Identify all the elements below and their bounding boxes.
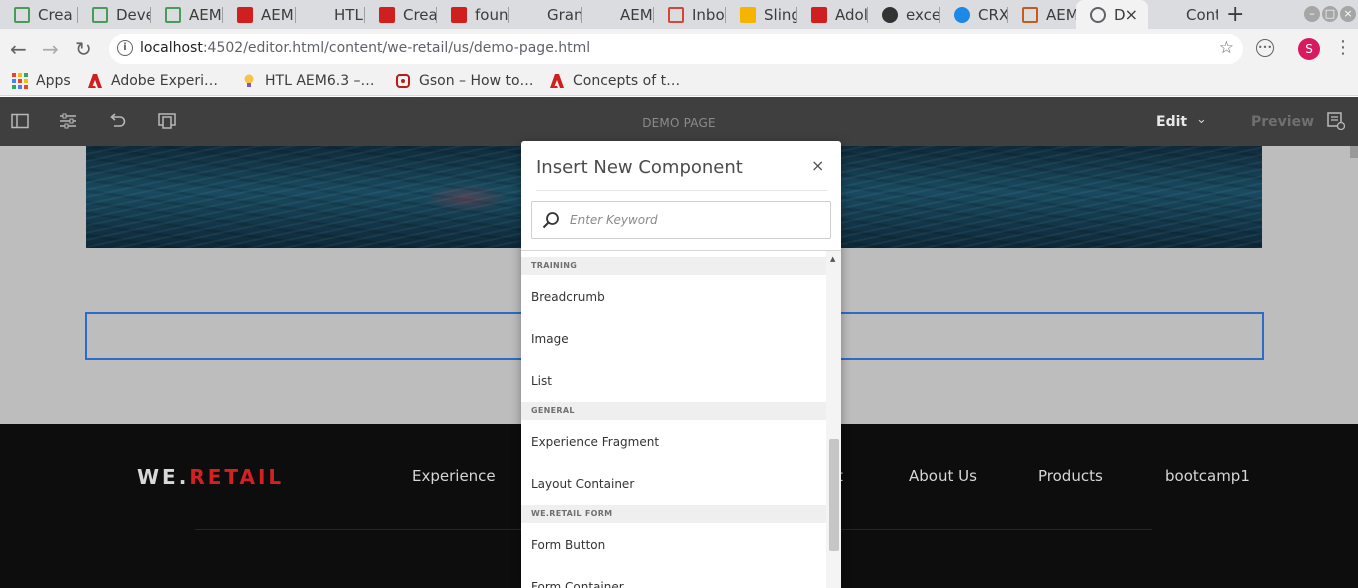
chevron-down-icon[interactable]: ⌄ <box>1196 112 1207 127</box>
url-field[interactable]: i localhost:4502/editor.html/content/we-… <box>109 34 1243 64</box>
page-icon <box>310 7 326 23</box>
bookmark-gson[interactable]: Gson – How to… <box>395 73 534 89</box>
browser-tab[interactable]: AEM <box>582 0 654 29</box>
footer-nav-experience[interactable]: Experience <box>412 467 496 485</box>
adobe-icon <box>379 6 395 23</box>
profile-avatar[interactable]: S <box>1298 38 1320 60</box>
page-icon <box>1162 7 1178 23</box>
footer-nav-about-us[interactable]: About Us <box>909 467 977 485</box>
browser-menu-icon[interactable]: ⋮ <box>1334 37 1352 58</box>
aem-crx-icon <box>165 6 181 23</box>
editor-toolbar: DEMO PAGE Edit ⌄ Preview <box>0 97 1358 146</box>
browser-tab[interactable]: Cont <box>1148 0 1218 29</box>
browser-tab[interactable]: Crea <box>365 0 437 29</box>
adobe-icon <box>451 6 467 23</box>
edit-mode-button[interactable]: Edit <box>1156 114 1187 130</box>
group-header-we-retail-form: WE.RETAIL FORM <box>521 505 826 523</box>
reload-icon[interactable]: ↻ <box>75 37 92 61</box>
component-list: TRAINING Breadcrumb Image List GENERAL E… <box>521 250 841 588</box>
browser-tab[interactable]: AEM <box>223 0 296 29</box>
adobe-icon <box>549 73 565 89</box>
slides-icon <box>740 6 756 23</box>
group-header-general: GENERAL <box>521 402 826 420</box>
search-input[interactable] <box>570 211 820 229</box>
we-retail-logo[interactable]: WE.RETAIL <box>137 465 284 489</box>
aem-crx-icon <box>92 6 108 23</box>
browser-tab[interactable]: Sling <box>726 0 797 29</box>
page-title: DEMO PAGE <box>642 116 716 130</box>
close-tab-icon[interactable]: × <box>1125 5 1138 24</box>
component-form-container[interactable]: Form Container <box>531 580 624 588</box>
github-icon <box>882 6 898 23</box>
browser-tab[interactable]: Adol <box>797 0 868 29</box>
extension-icon[interactable]: ••• <box>1256 39 1274 57</box>
page-icon <box>523 7 539 23</box>
maximize-window-icon[interactable]: □ <box>1322 6 1338 22</box>
site-info-icon[interactable]: i <box>117 40 133 56</box>
globe-icon <box>1090 6 1106 23</box>
browser-tab[interactable]: exce <box>868 0 940 29</box>
browser-tab[interactable]: Inbo <box>654 0 726 29</box>
apps-grid-icon <box>12 73 28 89</box>
dialog-divider <box>536 190 827 191</box>
footer-nav-products[interactable]: Products <box>1038 467 1103 485</box>
bookmark-star-icon[interactable]: ☆ <box>1219 38 1234 58</box>
component-experience-fragment[interactable]: Experience Fragment <box>531 435 659 449</box>
aem-crx-icon <box>14 6 30 23</box>
component-breadcrumb[interactable]: Breadcrumb <box>531 290 605 304</box>
browser-tab[interactable]: CRXI <box>940 0 1008 29</box>
adobe-icon <box>237 6 253 23</box>
bookmark-apps[interactable]: Apps <box>12 73 71 89</box>
adobe-icon <box>811 6 827 23</box>
gson-icon <box>395 73 411 89</box>
preview-button[interactable]: Preview <box>1251 114 1314 130</box>
crx-globe-icon <box>954 6 970 23</box>
lightbulb-icon <box>241 73 257 89</box>
page-scrollbar[interactable] <box>1350 146 1358 158</box>
browser-tab[interactable]: HTL <box>296 0 365 29</box>
new-tab-button[interactable]: + <box>1226 2 1244 27</box>
close-window-icon[interactable]: × <box>1340 6 1356 22</box>
annotations-icon[interactable] <box>1327 112 1346 131</box>
component-image[interactable]: Image <box>531 332 569 346</box>
component-form-button[interactable]: Form Button <box>531 538 605 552</box>
browser-tab-active[interactable]: D × <box>1076 0 1148 29</box>
component-list-item[interactable]: List <box>531 374 552 388</box>
browser-tab[interactable]: AEM <box>151 0 223 29</box>
aem-orange-icon <box>1022 6 1038 23</box>
browser-tab[interactable]: AEM <box>1008 0 1076 29</box>
gmail-icon <box>668 6 684 23</box>
dialog-title: Insert New Component <box>536 157 743 178</box>
component-search <box>531 201 831 239</box>
address-bar: ← → ↻ i localhost:4502/editor.html/conte… <box>0 29 1358 69</box>
close-icon[interactable]: × <box>811 156 824 175</box>
bookmarks-bar: Apps Adobe Experi… HTL AEM6.3 –… Gson – … <box>0 69 1358 96</box>
page-icon <box>596 7 612 23</box>
browser-tab[interactable]: foun <box>437 0 509 29</box>
minimize-window-icon[interactable]: – <box>1304 6 1320 22</box>
component-layout-container[interactable]: Layout Container <box>531 477 634 491</box>
forward-arrow-icon[interactable]: → <box>42 37 59 61</box>
browser-tab-strip: Crea Deve AEM AEM HTL Crea foun Gran AEM… <box>0 0 1358 29</box>
group-header-training: TRAINING <box>521 257 826 275</box>
insert-component-dialog: Insert New Component × TRAINING Breadcru… <box>521 141 841 588</box>
back-arrow-icon[interactable]: ← <box>10 37 27 61</box>
search-icon <box>542 211 560 229</box>
url-text[interactable]: localhost:4502/editor.html/content/we-re… <box>140 40 590 56</box>
scroll-up-arrow-icon[interactable]: ▲ <box>830 255 835 263</box>
bookmark-htl-aem[interactable]: HTL AEM6.3 –… <box>241 73 375 89</box>
bookmark-adobe-experience[interactable]: Adobe Experi… <box>87 73 218 89</box>
bookmark-concepts[interactable]: Concepts of t… <box>549 73 680 89</box>
browser-tab[interactable]: Gran <box>509 0 582 29</box>
footer-nav-bootcamp1[interactable]: bootcamp1 <box>1165 467 1250 485</box>
browser-tab[interactable]: Crea <box>0 0 78 29</box>
browser-tab[interactable]: Deve <box>78 0 151 29</box>
scrollbar-thumb[interactable] <box>829 439 839 551</box>
adobe-icon <box>87 73 103 89</box>
